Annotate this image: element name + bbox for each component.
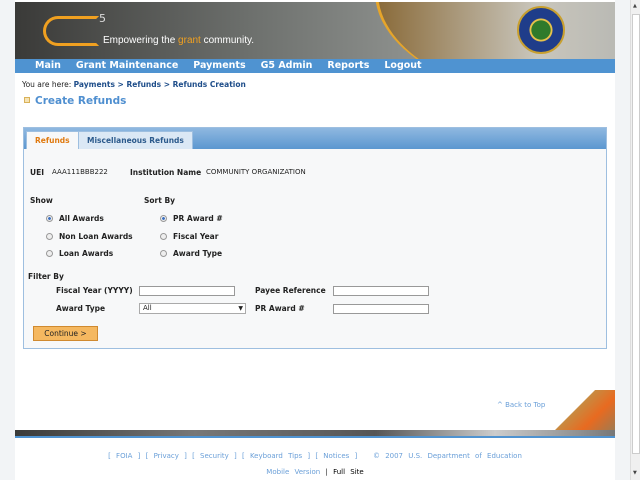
nav-logout[interactable]: Logout xyxy=(384,59,421,73)
header-banner: 5 Empowering the grant community. xyxy=(15,2,615,59)
institution-value: COMMUNITY ORGANIZATION xyxy=(206,168,306,176)
radio-label: All Awards xyxy=(59,214,104,223)
institution-label: Institution Name xyxy=(130,168,202,177)
page-title-text: Create Refunds xyxy=(35,95,127,107)
tagline: Empowering the grant community. xyxy=(103,35,254,46)
radio-all-awards[interactable]: All Awards xyxy=(46,214,104,223)
continue-button[interactable]: Continue > xyxy=(33,326,98,341)
radio-label: Award Type xyxy=(173,249,223,258)
tab-bar: Refunds Miscellaneous Refunds xyxy=(24,128,606,149)
nav-payments[interactable]: Payments xyxy=(193,59,245,73)
radio-award-type[interactable]: Award Type xyxy=(160,249,222,258)
filter-label: Filter By xyxy=(28,272,64,281)
department-seal-icon xyxy=(517,6,565,54)
radio-selected-icon xyxy=(160,215,167,222)
radio-fiscal-year[interactable]: Fiscal Year xyxy=(160,232,218,241)
radio-label: Fiscal Year xyxy=(173,232,219,241)
radio-icon xyxy=(160,250,167,257)
uei-label: UEI xyxy=(30,168,45,177)
payee-reference-label: Payee Reference xyxy=(255,286,326,295)
banner-photo xyxy=(375,2,615,59)
scrollbar-thumb[interactable] xyxy=(632,14,640,454)
pr-award-label: PR Award # xyxy=(255,304,305,313)
main-nav: Main Grant Maintenance Payments G5 Admin… xyxy=(15,59,615,73)
page: 5 Empowering the grant community. Main G… xyxy=(15,0,615,480)
award-type-label: Award Type xyxy=(56,304,106,313)
separator: | xyxy=(325,468,328,476)
refunds-panel: Refunds Miscellaneous Refunds UEI AAA111… xyxy=(23,127,607,349)
scroll-down-icon[interactable]: ▼ xyxy=(633,470,637,476)
scroll-up-icon[interactable]: ▲ xyxy=(633,3,637,9)
uei-value: AAA111BBB222 xyxy=(52,168,108,176)
nav-main[interactable]: Main xyxy=(35,59,61,73)
tagline-text-end: community. xyxy=(200,35,255,46)
logo-superscript: 5 xyxy=(99,12,106,25)
chevron-down-icon: ▼ xyxy=(238,305,243,312)
full-site-label: Full Site xyxy=(333,468,364,476)
tagline-highlight: grant xyxy=(178,35,201,46)
nav-grant-maintenance[interactable]: Grant Maintenance xyxy=(76,59,178,73)
radio-label: Non Loan Awards xyxy=(59,232,133,241)
fiscal-year-label: Fiscal Year (YYYY) xyxy=(56,286,133,295)
radio-icon xyxy=(160,233,167,240)
radio-pr-award[interactable]: PR Award # xyxy=(160,214,223,223)
award-type-select[interactable]: All ▼ xyxy=(139,303,246,314)
back-to-top-link[interactable]: ^ Back to Top xyxy=(497,401,545,409)
pr-award-input[interactable] xyxy=(333,304,429,314)
mobile-version-link[interactable]: Mobile Version xyxy=(266,468,320,476)
page-title: Create Refunds xyxy=(24,95,126,107)
radio-selected-icon xyxy=(46,215,53,222)
breadcrumb: You are here: Payments > Refunds > Refun… xyxy=(22,80,246,89)
radio-icon xyxy=(46,250,53,257)
scrollbar[interactable]: ▲ ▼ xyxy=(630,0,640,480)
radio-label: PR Award # xyxy=(173,214,223,223)
radio-non-loan-awards[interactable]: Non Loan Awards xyxy=(46,232,133,241)
footer-photo xyxy=(545,390,615,430)
award-type-value: All xyxy=(143,304,152,312)
breadcrumb-prefix: You are here: xyxy=(22,80,74,89)
footer-nav-links[interactable]: [ FOIA ] [ Privacy ] [ Security ] [ Keyb… xyxy=(108,452,357,460)
radio-loan-awards[interactable]: Loan Awards xyxy=(46,249,113,258)
copyright: © 2007 U.S. Department of Education xyxy=(372,452,522,460)
nav-g5-admin[interactable]: G5 Admin xyxy=(261,59,313,73)
section-icon xyxy=(24,97,30,103)
radio-icon xyxy=(46,233,53,240)
payee-reference-input[interactable] xyxy=(333,286,429,296)
tagline-text: Empowering the xyxy=(103,35,179,46)
tab-refunds[interactable]: Refunds xyxy=(26,131,79,149)
sort-label: Sort By xyxy=(144,196,176,205)
footer-links: [ FOIA ] [ Privacy ] [ Security ] [ Keyb… xyxy=(15,452,615,460)
g5-logo xyxy=(43,16,99,46)
footer-site-switch: Mobile Version | Full Site xyxy=(15,468,615,476)
breadcrumb-path[interactable]: Payments > Refunds > Refunds Creation xyxy=(74,80,246,89)
radio-label: Loan Awards xyxy=(59,249,114,258)
show-label: Show xyxy=(30,196,53,205)
tab-miscellaneous-refunds[interactable]: Miscellaneous Refunds xyxy=(78,131,193,149)
nav-reports[interactable]: Reports xyxy=(327,59,369,73)
fiscal-year-input[interactable] xyxy=(139,286,235,296)
footer-band xyxy=(15,430,615,438)
